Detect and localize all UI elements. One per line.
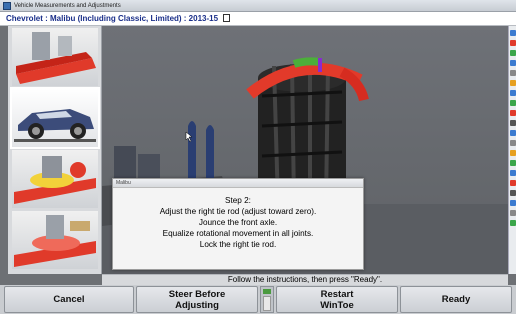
turnplate-icon xyxy=(14,156,96,204)
steer-before-adjusting-button[interactable]: Steer Before Adjusting xyxy=(136,286,258,313)
tool-icon-12[interactable] xyxy=(510,140,516,146)
instruction-line: Equalize rotational movement in all join… xyxy=(162,229,314,238)
restart-label-line2: WinToe xyxy=(320,299,354,311)
tool-icon-14[interactable] xyxy=(510,160,516,166)
tool-icon-1[interactable] xyxy=(510,30,516,36)
steer-label-line2: Adjusting xyxy=(175,299,219,311)
window-title: Vehicle Measurements and Adjustments xyxy=(14,3,121,9)
tool-icon-15[interactable] xyxy=(510,170,516,176)
step-heading: Step 2: xyxy=(225,196,251,205)
steer-label-line1: Steer Before xyxy=(168,288,226,300)
restart-wintoe-button[interactable]: Restart WinToe xyxy=(276,286,398,313)
gauge-green-indicator xyxy=(263,289,271,294)
tool-icon-18[interactable] xyxy=(510,200,516,206)
vehicle-label: Chevrolet : Malibu (Including Classic, L… xyxy=(6,14,219,23)
tool-icon-11[interactable] xyxy=(510,130,516,136)
app-icon xyxy=(3,2,11,10)
cancel-label: Cancel xyxy=(53,294,85,305)
tool-icon-13[interactable] xyxy=(510,150,516,156)
procedure-sidebar xyxy=(8,26,102,274)
tool-icon-6[interactable] xyxy=(510,80,516,86)
lift-ramp-icon xyxy=(16,32,96,84)
window-titlebar: Vehicle Measurements and Adjustments xyxy=(0,0,516,12)
ready-button[interactable]: Ready xyxy=(400,286,512,313)
cancel-button[interactable]: Cancel xyxy=(4,286,134,313)
status-line: Follow the instructions, then press "Rea… xyxy=(102,274,508,285)
sidebar-step-turnplate[interactable] xyxy=(12,150,98,208)
instruction-dialog: Malibu Step 2: Adjust the right tie rod … xyxy=(112,178,364,270)
tool-icon-16[interactable] xyxy=(510,180,516,186)
instruction-line: Jounce the front axle. xyxy=(198,218,278,227)
tool-icon-19[interactable] xyxy=(510,210,516,216)
tool-icon-4[interactable] xyxy=(510,60,516,66)
restart-label-line1: Restart xyxy=(320,288,354,300)
right-tool-strip xyxy=(508,26,516,274)
instruction-line: Lock the right tie rod. xyxy=(199,240,277,249)
instruction-line: Adjust the right tie rod (adjust toward … xyxy=(159,207,317,216)
tool-icon-9[interactable] xyxy=(510,110,516,116)
sidebar-step-lift[interactable] xyxy=(12,28,98,86)
sidebar-step-tierod[interactable] xyxy=(12,211,98,269)
document-icon[interactable] xyxy=(223,14,231,22)
steer-level-gauge xyxy=(260,286,274,313)
tool-icon-10[interactable] xyxy=(510,120,516,126)
gauge-bar xyxy=(263,296,271,311)
tool-icon-17[interactable] xyxy=(510,190,516,196)
tool-icon-20[interactable] xyxy=(510,220,516,226)
tool-icon-8[interactable] xyxy=(510,100,516,106)
ready-label: Ready xyxy=(441,294,471,305)
tool-icon-3[interactable] xyxy=(510,50,516,56)
tool-icon-5[interactable] xyxy=(510,70,516,76)
tie-rod-icon xyxy=(14,215,96,267)
tool-icon-7[interactable] xyxy=(510,90,516,96)
sidebar-step-vehicle[interactable] xyxy=(10,87,100,149)
button-bar: Cancel Steer Before Adjusting Restart Wi… xyxy=(0,285,516,314)
vehicle-bar: Chevrolet : Malibu (Including Classic, L… xyxy=(0,12,516,26)
vehicle-icon xyxy=(14,109,96,142)
tool-icon-2[interactable] xyxy=(510,40,516,46)
dialog-body: Step 2: Adjust the right tie rod (adjust… xyxy=(113,188,363,250)
dialog-title: Malibu xyxy=(113,179,363,188)
